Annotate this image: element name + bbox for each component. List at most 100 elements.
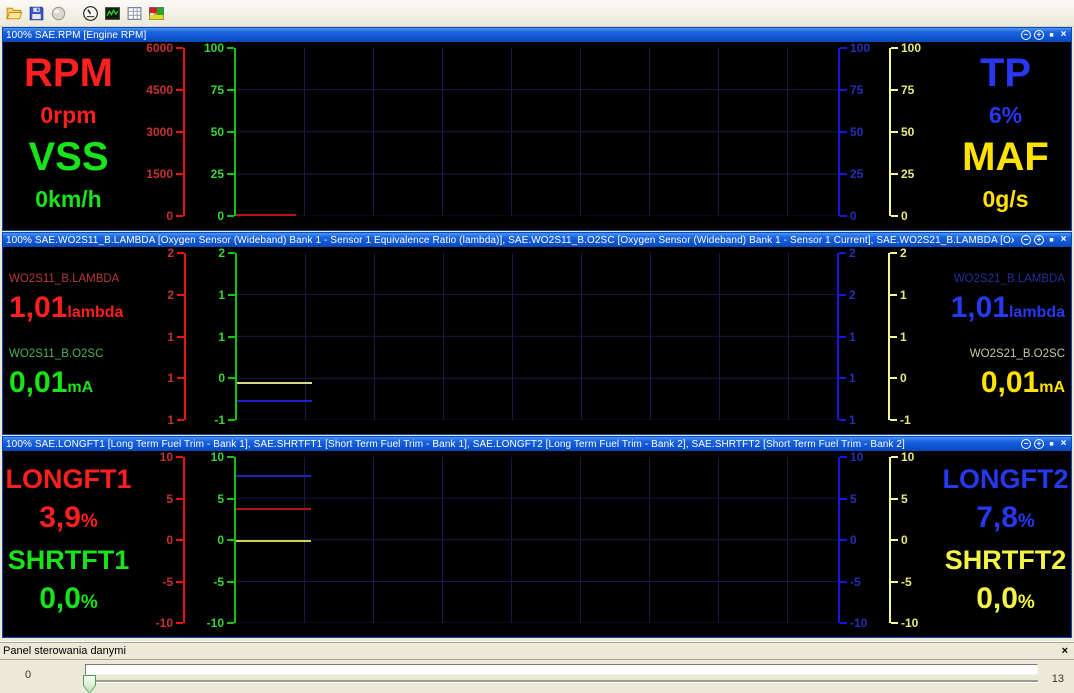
tick-label: 1 [218, 287, 225, 302]
tick-mark [891, 539, 898, 541]
grid-view-icon[interactable] [123, 2, 145, 24]
dock-title: Panel sterowania danymi [3, 645, 126, 657]
value-unit: mA [67, 378, 94, 396]
gauge-view-icon[interactable] [79, 2, 101, 24]
tick-label: 0 [166, 209, 173, 223]
tick-mark [840, 622, 847, 624]
tick-mark [839, 419, 846, 421]
value-unit: g/s [995, 185, 1029, 212]
chart-window-3: 100% SAE.LONGFT1 [Long Term Fuel Trim - … [2, 436, 1072, 638]
close-button[interactable]: × [1059, 439, 1068, 449]
parameter-value: 0km/h [35, 186, 101, 213]
tick-mark [176, 47, 183, 49]
parameter-readout: WO2S21_B.LAMBDA 1,01lambda [951, 273, 1068, 325]
tick-label: 75 [210, 83, 224, 97]
parameter-name: VSS [28, 134, 109, 179]
value-number: 7,8 [976, 501, 1018, 535]
zoom-in-button[interactable]: + [1034, 235, 1044, 245]
signal-trace [237, 381, 312, 384]
window-controls: − + ■ × [1018, 439, 1068, 449]
close-button[interactable]: × [1059, 30, 1068, 40]
maximize-button[interactable]: ■ [1047, 236, 1056, 245]
data-progress-track[interactable] [85, 664, 1038, 675]
plot-area[interactable] [236, 48, 838, 217]
tick-label: 10 [159, 450, 173, 464]
tick-mark [227, 173, 234, 175]
value-number: 0,01 [980, 365, 1040, 399]
tick-label: 10 [901, 450, 915, 464]
graph-view-icon[interactable] [101, 2, 123, 24]
tick-mark [176, 173, 183, 175]
tick-label: 25 [901, 167, 915, 181]
connect-icon[interactable] [47, 2, 69, 24]
parameter-readout: WO2S21_B.O2SC 0,01mA [970, 348, 1068, 400]
tick-mark [176, 89, 183, 91]
dock-close-icon[interactable]: × [1062, 645, 1068, 657]
open-file-icon[interactable] [3, 2, 25, 24]
obd-logger-app: 100% SAE.RPM [Engine RPM] − + ■ × RPM 0rpm VSS 0… [0, 0, 1074, 693]
zoom-out-button[interactable]: − [1021, 235, 1031, 245]
value-axis: 6000 4500 3000 1500 0 [134, 41, 185, 223]
tick-mark [840, 89, 847, 91]
parameter-readout: SHRTFT2 0,0% [945, 545, 1067, 616]
plot-area[interactable] [237, 253, 837, 420]
tick-label: 2 [167, 287, 174, 302]
zoom-in-button[interactable]: + [1034, 439, 1044, 449]
signal-trace [236, 214, 297, 217]
tick-label: 1 [849, 371, 856, 386]
slider-thumb[interactable] [83, 675, 96, 693]
save-file-icon[interactable] [25, 2, 47, 24]
parameter-name: TP [979, 51, 1032, 96]
slider-groove[interactable] [85, 680, 1038, 683]
tick-mark [891, 580, 898, 583]
close-button[interactable]: × [1059, 235, 1068, 245]
tick-label: 50 [850, 125, 864, 139]
tick-label: 1 [849, 329, 856, 344]
parameter-value: 1,01lambda [9, 291, 123, 325]
zoom-out-button[interactable]: − [1021, 30, 1031, 40]
tick-mark [228, 293, 235, 296]
window-titlebar[interactable]: 100% SAE.WO2S11_B.LAMBDA [Oxygen Sensor … [3, 233, 1071, 247]
zoom-in-button[interactable]: + [1034, 30, 1044, 40]
tick-label: 1 [218, 329, 225, 344]
readout-column-left: LONGFT1 3,9% SHRTFT1 0,0% [3, 451, 134, 637]
parameter-value: 0,01mA [9, 366, 93, 400]
zoom-out-button[interactable]: − [1021, 439, 1031, 449]
tick-mark [840, 173, 847, 175]
dock-header: Panel sterowania danymi × [0, 642, 1074, 660]
plot-area[interactable] [236, 457, 838, 623]
value-unit: lambda [67, 304, 124, 322]
value-axis: 10 5 0 -5 -10 [838, 450, 889, 630]
value-axis: 2 2 1 1 1 [837, 246, 888, 427]
tick-label: -5 [162, 574, 173, 589]
window-titlebar[interactable]: 100% SAE.RPM [Engine RPM] − + ■ × [3, 28, 1071, 42]
tick-mark [840, 497, 847, 500]
tick-mark [840, 47, 847, 49]
maximize-button[interactable]: ■ [1047, 31, 1056, 40]
tick-label: 50 [210, 125, 224, 139]
tick-mark [839, 335, 846, 338]
chart-area: RPM 0rpm VSS 0km/h 6000 4500 3000 1500 0 100 75 50 2… [3, 41, 1071, 230]
tick-label: 25 [850, 167, 864, 181]
value-number: 0,0 [976, 581, 1018, 615]
parameter-name: LONGFT2 [942, 464, 1069, 495]
parameter-name: WO2S21_B.O2SC [969, 347, 1065, 360]
tick-mark [839, 377, 846, 380]
parameter-name: SHRTFT1 [7, 544, 130, 575]
data-position-slider-row: 0 13 [0, 660, 1074, 693]
map-view-icon[interactable] [145, 2, 167, 24]
tick-label: 75 [850, 83, 864, 97]
value-axis: 10 5 0 -5 -10 [134, 450, 185, 630]
value-number: 1,01 [9, 291, 68, 325]
value-unit: lambda [1008, 304, 1065, 322]
parameter-value: 7,8% [976, 501, 1035, 535]
tick-label: -5 [213, 574, 224, 589]
maximize-button[interactable]: ■ [1047, 440, 1056, 449]
window-titlebar[interactable]: 100% SAE.LONGFT1 [Long Term Fuel Trim - … [3, 437, 1071, 451]
parameter-name: WO2S21_B.LAMBDA [953, 273, 1065, 286]
tick-mark [227, 497, 234, 500]
main-toolbar [0, 0, 1074, 27]
value-unit: % [80, 511, 98, 533]
parameter-readout: WO2S11_B.LAMBDA 1,01lambda [6, 273, 123, 325]
window-title: 100% SAE.RPM [Engine RPM] [6, 29, 147, 41]
